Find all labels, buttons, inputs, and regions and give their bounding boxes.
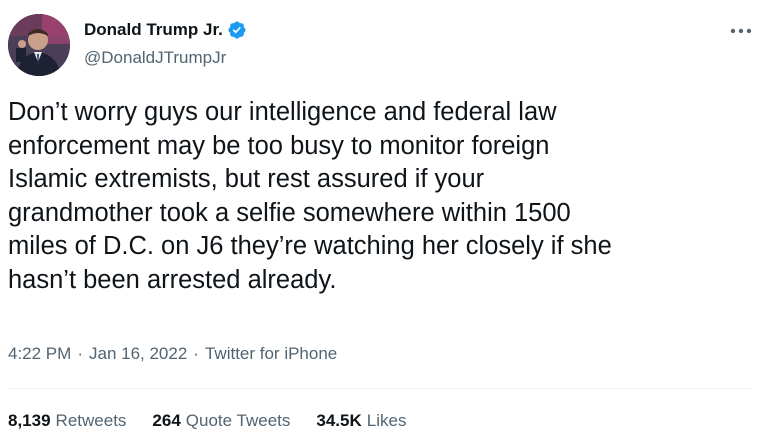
more-options-icon[interactable] (730, 18, 752, 38)
tweet-time[interactable]: 4:22 PM (8, 344, 71, 364)
quote-tweets-stat[interactable]: 264 Quote Tweets (152, 411, 290, 431)
verified-badge-icon (227, 20, 247, 40)
author-name[interactable]: Donald Trump Jr. (84, 20, 223, 40)
retweets-label: Retweets (55, 411, 127, 430)
tweet-meta: 4:22 PM · Jan 16, 2022 · Twitter for iPh… (8, 344, 337, 364)
likes-label: Likes (366, 411, 407, 430)
tweet-date[interactable]: Jan 16, 2022 (89, 344, 187, 364)
retweets-stat[interactable]: 8,139 Retweets (8, 411, 126, 431)
meta-separator: · (193, 344, 199, 363)
avatar-image (8, 14, 70, 76)
retweets-count: 8,139 (8, 411, 51, 430)
divider (8, 388, 752, 389)
meta-separator: · (77, 344, 83, 363)
tweet-stats: 8,139 Retweets 264 Quote Tweets 34.5K Likes (8, 411, 406, 431)
quotes-count: 264 (152, 411, 181, 430)
tweet-source[interactable]: Twitter for iPhone (205, 344, 337, 364)
author-handle[interactable]: @DonaldJTrumpJr (84, 48, 226, 68)
likes-stat[interactable]: 34.5K Likes (316, 411, 406, 431)
avatar[interactable] (8, 14, 70, 76)
author-name-row[interactable]: Donald Trump Jr. (84, 20, 247, 40)
quotes-label: Quote Tweets (185, 411, 291, 430)
tweet-text: Don’t worry guys our intelligence and fe… (8, 98, 612, 294)
likes-count: 34.5K (316, 411, 362, 430)
